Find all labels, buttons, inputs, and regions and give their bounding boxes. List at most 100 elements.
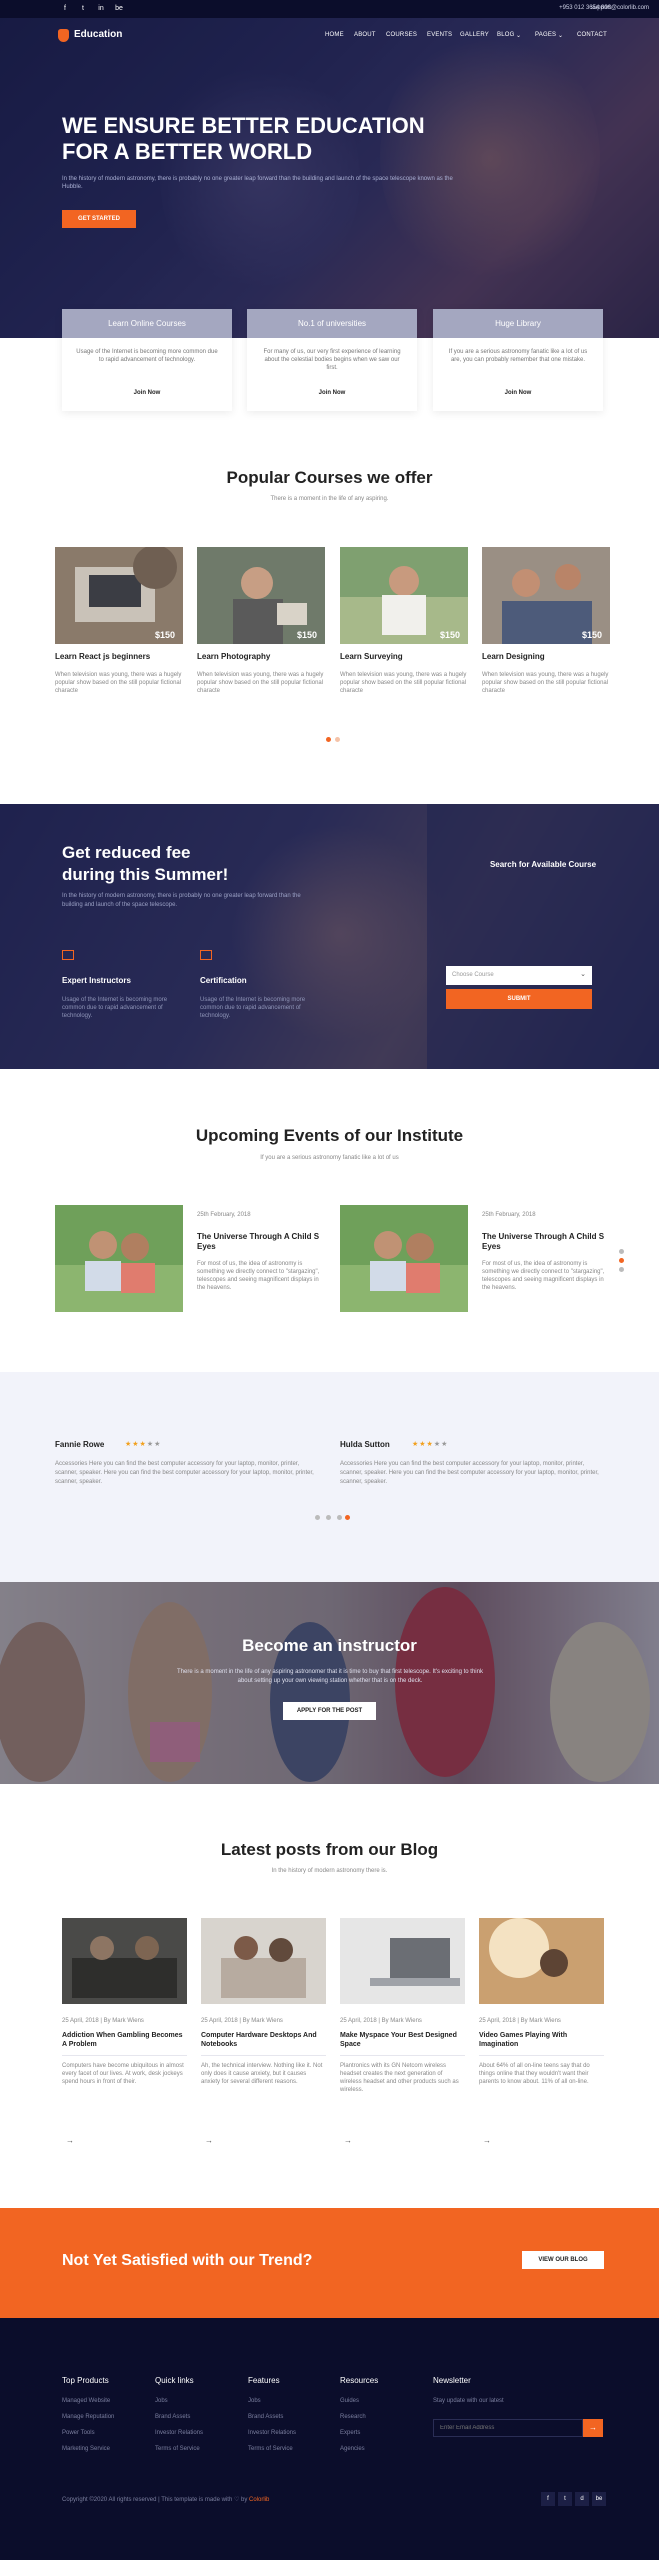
behance-icon[interactable]: be [114,4,124,14]
arrow-right-icon[interactable]: → [583,2419,603,2437]
course-title[interactable]: Learn Designing [482,652,610,661]
submit-button[interactable]: SUBMIT [446,989,592,1009]
testimonial-text: Accessories Here you can find the best c… [55,1461,314,1485]
event-image[interactable] [340,1205,468,1312]
footer-link[interactable]: Managed Website [62,2398,110,2404]
footer-link[interactable]: Jobs [248,2398,261,2404]
course-title[interactable]: Learn React js beginners [55,652,183,661]
carousel-dot[interactable] [345,1515,350,1520]
nav-contact[interactable]: CONTACT [577,32,607,38]
post-image[interactable] [62,1918,187,2004]
footer-column-title: Quick links [155,2376,194,2385]
behance-icon[interactable]: be [592,2492,606,2506]
newsletter-email-input[interactable] [433,2419,583,2437]
nav-pages[interactable]: PAGES [535,32,556,38]
carousel-dot[interactable] [326,1515,331,1520]
footer-link[interactable]: Brand Assets [155,2414,190,2420]
feature-title: Certification [200,976,247,985]
nav-gallery[interactable]: GALLERY [460,32,489,38]
carousel-dot[interactable] [315,1515,320,1520]
footer-link[interactable]: Marketing Service [62,2446,110,2452]
facebook-icon[interactable]: f [541,2492,555,2506]
course-price: $150 [439,630,460,640]
view-blog-button[interactable]: VIEW OUR BLOG [522,2251,604,2269]
twitter-icon[interactable]: t [558,2492,572,2506]
testimonial-text: Accessories Here you can find the best c… [340,1461,599,1485]
top-bar: f t in be +953 012 3654 896 support@colo… [0,0,659,18]
footer-link[interactable]: Investor Relations [248,2430,296,2436]
fee-title-line-2: during this Summer! [62,865,229,884]
event-image[interactable] [55,1205,183,1312]
arrow-right-icon[interactable]: → [66,2136,74,2145]
arrow-right-icon[interactable]: → [344,2136,352,2145]
footer-link[interactable]: Terms of Service [155,2446,200,2452]
footer-link[interactable]: Power Tools [62,2430,95,2436]
dribbble-icon[interactable]: d [575,2492,589,2506]
site-logo[interactable]: Education [74,29,122,40]
nav-courses[interactable]: COURSES [386,32,417,38]
post-date: 25 April, 2018 | By Mark Wiens [62,2018,144,2024]
feature-title: Learn Online Courses [62,309,232,338]
post-title[interactable]: Addiction When Gambling Becomes A Proble… [62,2031,187,2049]
copyright-link[interactable]: Colorlib [249,2497,269,2503]
footer-link[interactable]: Brand Assets [248,2414,283,2420]
nav-home[interactable]: HOME [325,32,344,38]
cta-title: Not Yet Satisfied with our Trend? [62,2252,313,2269]
apply-button[interactable]: APPLY FOR THE POST [283,1702,376,1720]
post-title[interactable]: Computer Hardware Desktops And Notebooks [201,2031,326,2049]
course-title[interactable]: Learn Surveying [340,652,468,661]
fee-title: Get reduced fee during this Summer! [62,842,302,886]
carousel-dot[interactable] [335,737,340,742]
arrow-right-icon[interactable]: → [205,2136,213,2145]
feature-text: Usage of the Internet is becoming more c… [76,349,218,363]
carousel-dot[interactable] [337,1515,342,1520]
join-now-link[interactable]: Join Now [62,390,232,396]
copyright-text: Copyright ©2020 All rights reserved | Th… [62,2496,269,2503]
post-image[interactable] [201,1918,326,2004]
join-now-link[interactable]: Join Now [247,390,417,396]
footer-link[interactable]: Experts [340,2430,360,2436]
carousel-dot[interactable] [619,1258,624,1263]
footer-link[interactable]: Agencies [340,2446,365,2452]
facebook-icon[interactable]: f [60,4,70,14]
footer-link[interactable]: Jobs [155,2398,168,2404]
chevron-down-icon: ⌄ [516,33,522,39]
rating-stars: ★★★★★ [412,1441,449,1448]
nav-events[interactable]: EVENTS [427,32,452,38]
nav-about[interactable]: ABOUT [354,32,376,38]
feature-text: For many of us, our very first experienc… [263,349,401,371]
post-title[interactable]: Make Myspace Your Best Designed Space [340,2031,465,2049]
post-date: 25 April, 2018 | By Mark Wiens [340,2018,422,2024]
feature-title: No.1 of universities [247,309,417,338]
feature-text: If you are a serious astronomy fanatic l… [448,349,588,363]
carousel-dot[interactable] [326,737,331,742]
post-image[interactable] [479,1918,604,2004]
post-title[interactable]: Video Games Playing With Imagination [479,2031,604,2049]
course-title[interactable]: Learn Photography [197,652,325,661]
logo-icon[interactable] [58,29,69,42]
event-title[interactable]: The Universe Through A Child S Eyes [197,1232,322,1252]
footer-link[interactable]: Terms of Service [248,2446,293,2452]
join-now-link[interactable]: Join Now [433,390,603,396]
twitter-icon[interactable]: t [78,4,88,14]
footer-link[interactable]: Research [340,2414,366,2420]
arrow-right-icon[interactable]: → [483,2136,491,2145]
course-price: $150 [154,630,175,640]
footer: Top Products Managed Website Manage Repu… [0,2318,659,2560]
course-select[interactable]: Choose Course ⌄ [446,966,592,985]
footer-link[interactable]: Investor Relations [155,2430,203,2436]
post-excerpt: Computers have become ubiquitous in almo… [62,2063,184,2085]
event-description: For most of us, the idea of astronomy is… [482,1261,605,1291]
post-image[interactable] [340,1918,465,2004]
newsletter-text: Stay update with our latest [433,2398,504,2404]
post-excerpt: Ah, the technical interview. Nothing lik… [201,2063,323,2085]
nav-blog[interactable]: BLOG [497,32,514,38]
carousel-dot[interactable] [619,1249,624,1254]
footer-link[interactable]: Guides [340,2398,359,2404]
footer-link[interactable]: Manage Reputation [62,2414,114,2420]
event-title[interactable]: The Universe Through A Child S Eyes [482,1232,607,1252]
carousel-dot[interactable] [619,1267,624,1272]
dribbble-icon[interactable]: in [96,4,106,14]
get-started-button[interactable]: GET STARTED [62,210,136,228]
support-email[interactable]: support@colorlib.com [591,5,649,11]
